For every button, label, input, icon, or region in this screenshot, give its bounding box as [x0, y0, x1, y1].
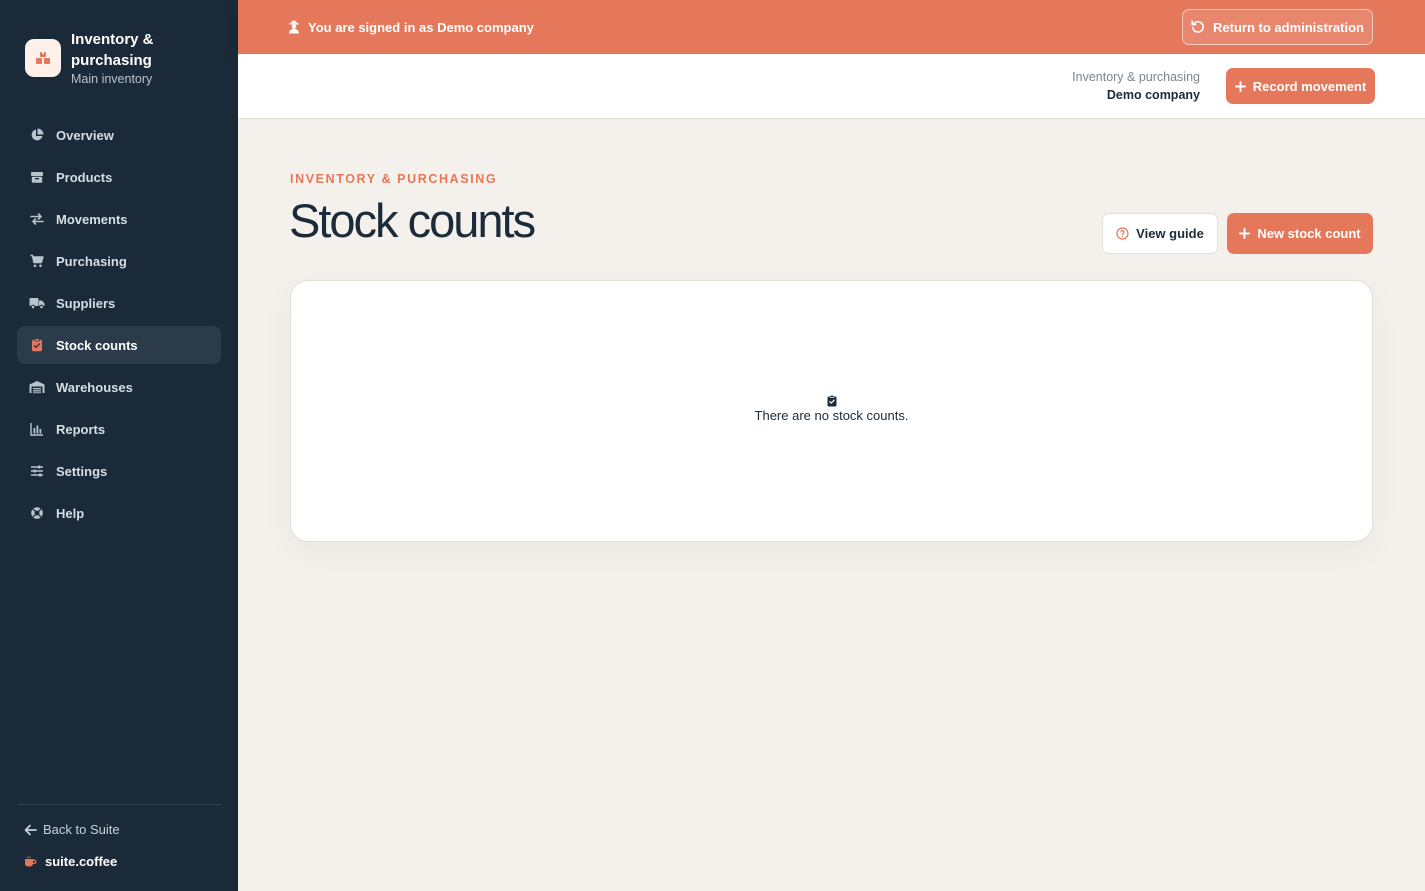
rotate-left-icon [1191, 20, 1204, 33]
new-stock-count-label: New stock count [1257, 226, 1361, 241]
sidebar-item-overview[interactable]: Overview [17, 116, 221, 154]
top-bar: Inventory & purchasing Demo company Reco… [238, 54, 1425, 119]
clipboard-check-icon [291, 395, 1372, 407]
stock-counts-card: There are no stock counts. [290, 280, 1373, 542]
empty-state-text: There are no stock counts. [754, 408, 909, 423]
banner-text: You are signed in as Demo company [308, 19, 534, 35]
view-guide-button[interactable]: View guide [1102, 213, 1218, 254]
brand: Inventory & purchasing Main inventory [25, 29, 201, 86]
box-icon [29, 169, 45, 185]
sidebar-item-purchasing[interactable]: Purchasing [17, 242, 221, 280]
clipboard-check-icon [29, 337, 45, 353]
sidebar-item-label: Reports [56, 421, 106, 437]
sidebar-item-products[interactable]: Products [17, 158, 221, 196]
sidebar-item-label: Purchasing [56, 253, 127, 269]
sidebar-item-help[interactable]: Help [17, 494, 221, 532]
sidebar-item-label: Suppliers [56, 295, 116, 311]
arrow-left-icon [24, 824, 37, 835]
view-guide-label: View guide [1136, 226, 1204, 241]
page-eyebrow: INVENTORY & PURCHASING [290, 172, 498, 186]
user-secret-icon [289, 20, 299, 34]
brand-title: Inventory & purchasing [71, 31, 154, 69]
sidebar-item-label: Warehouses [56, 379, 133, 395]
sidebar-item-label: Help [56, 505, 85, 521]
arrows-left-right-icon [29, 211, 45, 227]
return-to-administration-button[interactable]: Return to administration [1182, 9, 1373, 45]
sidebar-item-movements[interactable]: Movements [17, 200, 221, 238]
back-to-suite-label: Back to Suite [43, 822, 120, 837]
sidebar: Inventory & purchasing Main inventory Ov… [0, 0, 238, 891]
truck-icon [29, 295, 45, 311]
record-movement-label: Record movement [1252, 78, 1367, 94]
new-stock-count-button[interactable]: New stock count [1227, 213, 1373, 254]
sidebar-item-stock-counts[interactable]: Stock counts [17, 326, 221, 364]
sidebar-item-suppliers[interactable]: Suppliers [17, 284, 221, 322]
sidebar-item-label: Stock counts [56, 337, 138, 353]
question-circle-icon [1116, 227, 1129, 240]
lifebuoy-icon [29, 505, 45, 521]
coffee-cup-icon [25, 856, 37, 866]
sidebar-nav: Overview Products Movements Purchasing S… [17, 116, 221, 536]
page-title: Stock counts [289, 194, 536, 247]
warehouse-icon [29, 379, 45, 395]
sliders-icon [29, 463, 45, 479]
impersonation-banner: You are signed in as Demo company Return… [238, 0, 1425, 54]
sidebar-item-reports[interactable]: Reports [17, 410, 221, 448]
context-app-name: Inventory & purchasing [1072, 70, 1200, 84]
return-to-administration-label: Return to administration [1213, 19, 1364, 35]
boxes-icon [25, 39, 61, 77]
record-movement-button[interactable]: Record movement [1226, 68, 1375, 104]
bar-chart-icon [29, 421, 45, 437]
suite-label: suite.coffee [45, 854, 118, 869]
pie-chart-icon [29, 127, 45, 143]
suite-logo: suite.coffee [24, 854, 117, 869]
sidebar-item-label: Movements [56, 211, 128, 227]
brand-subtitle: Main inventory [71, 72, 153, 86]
sidebar-item-label: Overview [56, 127, 114, 143]
plus-icon [1234, 80, 1246, 92]
context-company: Demo company [1106, 88, 1200, 102]
sidebar-item-settings[interactable]: Settings [17, 452, 221, 490]
plus-icon [1239, 228, 1251, 239]
context-info: Inventory & purchasing Demo company [1072, 68, 1200, 104]
back-to-suite-link[interactable]: Back to Suite [24, 822, 120, 837]
sidebar-item-label: Settings [56, 463, 108, 479]
sidebar-divider [17, 804, 221, 805]
sidebar-item-warehouses[interactable]: Warehouses [17, 368, 221, 406]
cart-icon [29, 253, 45, 269]
empty-state: There are no stock counts. [291, 395, 1372, 423]
sidebar-item-label: Products [56, 169, 113, 185]
